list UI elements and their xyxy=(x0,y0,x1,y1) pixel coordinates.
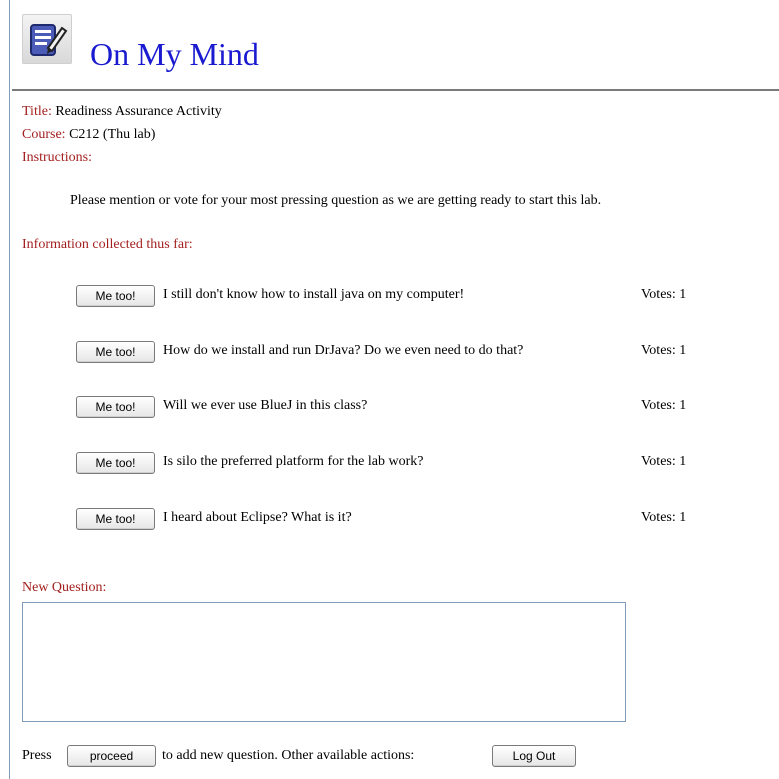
me-too-button[interactable]: Me too! xyxy=(76,396,155,418)
list-item: Me too! Is silo the preferred platform f… xyxy=(0,452,779,478)
app-title: On My Mind xyxy=(90,36,259,72)
course-value: C212 (Thu lab) xyxy=(65,127,156,142)
press-text: Press xyxy=(22,748,52,763)
question-text: How do we install and run DrJava? Do we … xyxy=(163,343,524,358)
new-question-label: New Question: xyxy=(22,580,107,595)
votes-count: Votes: 1 xyxy=(641,343,687,358)
footer-actions: Press proceed to add new question. Other… xyxy=(22,745,772,771)
new-question-input[interactable] xyxy=(22,602,626,722)
votes-count: Votes: 1 xyxy=(641,510,687,525)
me-too-button[interactable]: Me too! xyxy=(76,285,155,307)
question-text: I still don't know how to install java o… xyxy=(163,287,465,302)
question-text: I heard about Eclipse? What is it? xyxy=(163,510,352,525)
instructions-heading: Instructions: xyxy=(22,150,92,166)
question-text: Will we ever use BlueJ in this class? xyxy=(163,398,368,413)
proceed-button[interactable]: proceed xyxy=(67,745,156,767)
list-item: Me too! I still don't know how to instal… xyxy=(0,285,779,311)
votes-count: Votes: 1 xyxy=(641,398,687,413)
footer-instruction-text: to add new question. Other available act… xyxy=(162,748,415,763)
course-label: Course: xyxy=(22,127,66,142)
collected-label: Information collected thus far: xyxy=(22,237,193,252)
instructions-label: Instructions: xyxy=(22,150,92,165)
title-value: Readiness Assurance Activity xyxy=(51,104,222,119)
header-divider xyxy=(12,89,779,91)
title-label: Title: xyxy=(22,104,52,119)
me-too-button[interactable]: Me too! xyxy=(76,452,155,474)
me-too-button[interactable]: Me too! xyxy=(76,341,155,363)
activity-course: Course: C212 (Thu lab) xyxy=(22,127,155,143)
votes-count: Votes: 1 xyxy=(641,287,687,302)
logout-button[interactable]: Log Out xyxy=(492,745,576,767)
activity-title: Title: Readiness Assurance Activity xyxy=(22,104,222,120)
list-item: Me too! I heard about Eclipse? What is i… xyxy=(0,508,779,534)
list-item: Me too! Will we ever use BlueJ in this c… xyxy=(0,396,779,422)
notepad-pencil-icon xyxy=(22,14,72,64)
header: On My Mind xyxy=(12,10,779,90)
instructions-text: Please mention or vote for your most pre… xyxy=(70,193,602,208)
list-item: Me too! How do we install and run DrJava… xyxy=(0,341,779,367)
votes-count: Votes: 1 xyxy=(641,454,687,469)
question-text: Is silo the preferred platform for the l… xyxy=(163,454,424,469)
me-too-button[interactable]: Me too! xyxy=(76,508,155,530)
